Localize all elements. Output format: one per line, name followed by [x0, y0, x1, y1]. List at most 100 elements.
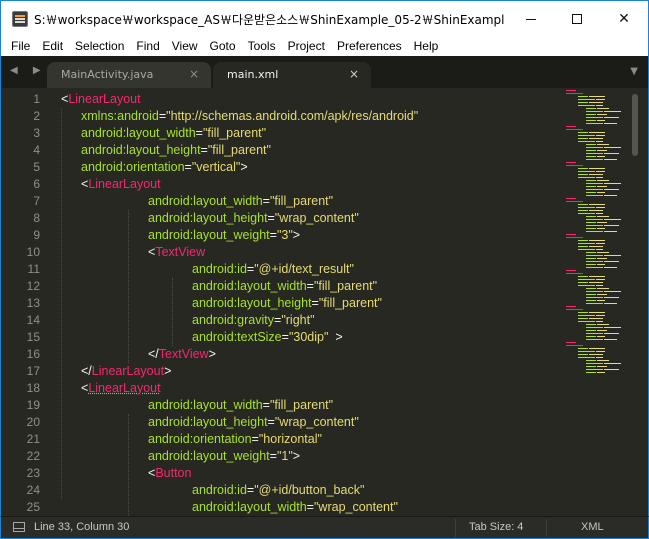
code-token: "@+id/text_result": [254, 262, 354, 276]
menu-edit[interactable]: Edit: [36, 39, 69, 53]
code-line[interactable]: <TextView: [148, 244, 205, 261]
code-token: LinearLayout: [68, 92, 141, 106]
minimap-stroke: [596, 177, 603, 178]
minimap-stroke: [589, 240, 605, 241]
code-line[interactable]: android:layout_height="fill_parent": [192, 295, 382, 312]
tab-close-icon[interactable]: ×: [349, 67, 359, 81]
tab-size-indicator[interactable]: Tab Size: 4: [469, 521, 523, 533]
minimap-stroke: [586, 147, 603, 148]
line-number: 9: [33, 228, 40, 242]
minimap-stroke: [586, 303, 603, 304]
code-line[interactable]: android:layout_width="fill_parent": [81, 125, 266, 142]
code-line[interactable]: <LinearLayout: [61, 91, 141, 108]
menu-selection[interactable]: Selection: [69, 39, 130, 53]
code-line[interactable]: android:layout_height="wrap_content": [148, 210, 359, 227]
code-token: </: [148, 347, 159, 361]
tab-dropdown-icon[interactable]: ▼: [630, 66, 638, 77]
code-token: TextView: [158, 347, 209, 361]
code-line[interactable]: android:gravity="right": [192, 312, 315, 329]
minimap-stroke: [586, 225, 603, 226]
code-line[interactable]: android:orientation="horizontal": [148, 431, 322, 448]
code-line[interactable]: android:id="@+id/button_back": [192, 482, 364, 499]
minimap-stroke: [597, 372, 605, 373]
tab-main-xml[interactable]: main.xml ×: [213, 62, 371, 88]
code-line[interactable]: </LinearLayout>: [81, 363, 171, 380]
code-token: </: [81, 364, 92, 378]
code-line[interactable]: android:layout_weight="1">: [148, 448, 300, 465]
menu-tools[interactable]: Tools: [242, 39, 282, 53]
code-line[interactable]: android:orientation="vertical">: [81, 159, 248, 176]
minimap-stroke: [589, 204, 605, 205]
minimap-stroke: [604, 327, 621, 328]
code-line[interactable]: android:layout_width="fill_parent": [148, 193, 333, 210]
minimap-stroke: [597, 114, 607, 115]
code-line[interactable]: <LinearLayout: [81, 380, 161, 397]
minimap-stroke: [586, 216, 596, 217]
minimap-stroke: [589, 276, 605, 277]
minimap-stroke: [586, 288, 596, 289]
minimap-stroke: [578, 135, 595, 136]
code-line[interactable]: android:layout_height="wrap_content": [148, 414, 359, 431]
menu-preferences[interactable]: Preferences: [331, 39, 408, 53]
code-line[interactable]: android:layout_height="fill_parent": [81, 142, 271, 159]
minimap-stroke: [586, 327, 603, 328]
minimap-stroke: [597, 156, 605, 157]
code-line[interactable]: </TextView>: [148, 346, 216, 363]
code-line[interactable]: android:layout_width="fill_parent": [192, 278, 377, 295]
maximize-button[interactable]: [554, 1, 600, 37]
menu-find[interactable]: Find: [130, 39, 165, 53]
code-line[interactable]: <LinearLayout: [81, 176, 161, 193]
code-token: "fill_parent": [318, 296, 382, 310]
tab-label: main.xml: [227, 68, 279, 81]
minimap-stroke: [596, 207, 605, 208]
tab-nav-arrows-icon[interactable]: ◀ ▶: [10, 65, 47, 76]
code-line[interactable]: android:id="@+id/text_result": [192, 261, 354, 278]
code-line[interactable]: android:layout_weight="3">: [148, 227, 300, 244]
line-number: 20: [26, 415, 40, 429]
minimap-stroke: [586, 324, 596, 325]
code-line[interactable]: <Button: [148, 465, 191, 482]
line-number-gutter: 1 2 3 4 5 6 7 8 9 10 11 12 13 14 15 16 17 18 19 20 21 22 23 24 2…: [1, 88, 51, 516]
minimap-stroke: [578, 168, 588, 169]
minimap-stroke: [604, 303, 617, 304]
minimap-stroke: [604, 261, 619, 262]
minimap-stroke: [566, 342, 576, 343]
scrollbar-track[interactable]: [632, 94, 639, 512]
code-line[interactable]: android:layout_width="fill_parent": [148, 397, 333, 414]
minimap-stroke: [578, 105, 595, 106]
menu-help[interactable]: Help: [408, 39, 445, 53]
minimap[interactable]: [564, 90, 630, 380]
menu-project[interactable]: Project: [282, 39, 331, 53]
minimap-stroke: [604, 159, 617, 160]
line-number: 22: [26, 449, 40, 463]
minimap-stroke: [586, 366, 596, 367]
minimap-stroke: [589, 282, 603, 283]
menu-file[interactable]: File: [5, 39, 36, 53]
minimap-stroke: [596, 315, 605, 316]
code-token: "http://schemas.android.com/apk/res/andr…: [166, 109, 419, 123]
scrollbar-thumb[interactable]: [632, 94, 638, 156]
code-token: =: [267, 415, 275, 429]
code-line[interactable]: android:layout_width="wrap_content": [192, 499, 398, 516]
minimap-stroke: [589, 246, 603, 247]
tab-mainactivity-java[interactable]: MainActivity.java ×: [47, 62, 211, 88]
menu-view[interactable]: View: [166, 39, 204, 53]
sublime-text-icon: [12, 11, 28, 27]
panel-toggle-icon[interactable]: [13, 522, 25, 532]
close-button[interactable]: ✕: [601, 1, 647, 37]
code-editor[interactable]: 1 2 3 4 5 6 7 8 9 10 11 12 13 14 15 16 17 18 19 20 21 22 23 24 2…: [0, 88, 649, 516]
tab-close-icon[interactable]: ×: [189, 67, 199, 81]
minimap-stroke: [578, 99, 595, 100]
minimap-stroke: [578, 285, 595, 286]
code-line[interactable]: android:textSize="30dip" >: [192, 329, 343, 346]
code-token: =: [311, 296, 319, 310]
menu-goto[interactable]: Goto: [204, 39, 242, 53]
code-line[interactable]: xmlns:android="http://schemas.android.co…: [81, 108, 418, 125]
minimize-button[interactable]: [508, 1, 554, 37]
code-token: >: [208, 347, 216, 361]
syntax-indicator[interactable]: XML: [581, 521, 604, 533]
status-divider: [455, 519, 456, 537]
code-token: "fill_parent": [269, 194, 334, 208]
minimap-stroke: [596, 213, 603, 214]
minimap-stroke: [586, 258, 596, 259]
